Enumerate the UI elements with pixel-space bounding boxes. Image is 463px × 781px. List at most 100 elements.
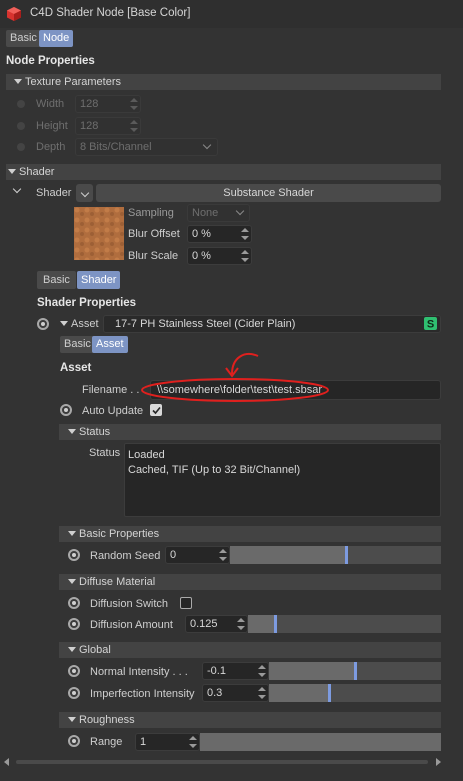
diffusion-amount-slider-fill (248, 615, 276, 633)
range-slider[interactable] (200, 733, 441, 751)
auto-update-label: Auto Update (82, 405, 144, 417)
range-animate-button[interactable] (68, 735, 80, 747)
svg-text:S: S (427, 319, 434, 331)
auto-update-checkbox[interactable] (150, 404, 162, 416)
diffusion-switch-label: Diffusion Switch (90, 598, 169, 610)
shader-properties-heading: Shader Properties (37, 297, 137, 309)
random-seed-field[interactable]: 0 (165, 546, 230, 564)
blur-scale-field[interactable]: 0 % (187, 247, 252, 265)
normal-intensity-spinner[interactable] (258, 664, 266, 678)
width-field: 128 (75, 95, 141, 113)
sampling-label: Sampling (128, 207, 174, 219)
diffuse-material-label: Diffuse Material (68, 574, 155, 590)
random-seed-animate-button[interactable] (68, 549, 80, 561)
blur-offset-spinner[interactable] (241, 227, 249, 241)
blur-scale-label: Blur Scale (128, 250, 179, 262)
asset-field[interactable]: 17-7 PH Stainless Steel (Cider Plain) (103, 315, 441, 333)
random-seed-slider-knob[interactable] (345, 546, 348, 564)
collapse-arrow-icon (60, 321, 68, 326)
random-seed-slider-fill (230, 546, 347, 564)
asset-label: Asset (60, 318, 99, 330)
depth-label: Depth (36, 141, 66, 153)
normal-intensity-slider-knob[interactable] (354, 662, 357, 680)
normal-intensity-label: Normal Intensity . . . (90, 666, 188, 678)
chevron-down-icon (235, 206, 245, 216)
shader-section[interactable] (6, 164, 441, 180)
random-seed-spinner[interactable] (219, 548, 227, 562)
depth-animate-dot (17, 143, 25, 151)
tab-basic[interactable]: Basic (6, 30, 41, 47)
status-section-label: Status (68, 424, 110, 440)
normal-intensity-slider-fill (269, 662, 355, 680)
width-spinner (130, 97, 138, 111)
basic-properties-label: Basic Properties (68, 526, 159, 542)
imperfection-intensity-slider[interactable] (269, 684, 441, 702)
status-box: Loaded Cached, TIF (Up to 32 Bit/Channel… (124, 443, 441, 517)
asset-animate-button[interactable] (37, 318, 49, 330)
asset-tab-basic[interactable]: Basic (60, 336, 95, 353)
normal-intensity-slider[interactable] (269, 662, 441, 680)
diffusion-amount-animate-button[interactable] (68, 618, 80, 630)
imperfection-intensity-slider-knob[interactable] (328, 684, 331, 702)
shader-menu-button[interactable] (76, 184, 93, 202)
diffusion-switch-checkbox[interactable] (180, 597, 192, 609)
diffusion-amount-slider[interactable] (248, 615, 441, 633)
collapse-arrow-icon (68, 579, 76, 584)
random-seed-label: Random Seed (90, 550, 161, 562)
status-section[interactable] (59, 424, 441, 440)
random-seed-slider[interactable] (230, 546, 441, 564)
imperfection-intensity-field[interactable]: 0.3 (202, 684, 269, 702)
imperfection-intensity-slider-fill (269, 684, 330, 702)
blur-scale-spinner[interactable] (241, 249, 249, 263)
range-spinner[interactable] (189, 735, 197, 749)
normal-intensity-field[interactable]: -0.1 (202, 662, 269, 680)
node-properties-heading: Node Properties (6, 55, 95, 67)
asset-tab-asset[interactable]: Asset (92, 336, 128, 353)
imperfection-intensity-label: Imperfection Intensity (90, 688, 195, 700)
width-label: Width (36, 98, 65, 110)
tab-node[interactable]: Node (39, 30, 74, 47)
shader-preview-thumbnail (74, 207, 124, 260)
range-field[interactable]: 1 (135, 733, 200, 751)
collapse-arrow-icon (68, 647, 76, 652)
shader-section-label: Shader (8, 164, 54, 180)
collapse-arrow-icon (8, 169, 16, 174)
substance-icon[interactable]: S (424, 317, 437, 330)
scroll-left-icon[interactable] (4, 758, 9, 766)
substance-shader-button[interactable]: Substance Shader (96, 184, 441, 202)
c4d-logo-icon (7, 7, 21, 21)
collapse-arrow-icon (68, 429, 76, 434)
status-line: Loaded (128, 449, 165, 461)
imperfection-intensity-animate-button[interactable] (68, 687, 80, 699)
diffusion-amount-field[interactable]: 0.125 (185, 615, 248, 633)
diffusion-amount-slider-knob[interactable] (274, 615, 277, 633)
shader-row-label: Shader (36, 187, 72, 199)
height-animate-dot (17, 122, 25, 130)
horizontal-scrollbar[interactable] (16, 760, 428, 764)
diffusion-amount-spinner[interactable] (237, 617, 245, 631)
height-spinner (130, 119, 138, 133)
diffusion-switch-animate-button[interactable] (68, 597, 80, 609)
auto-update-animate-button[interactable] (60, 404, 72, 416)
asset-heading: Asset (60, 362, 92, 374)
depth-dropdown: 8 Bits/Channel (75, 138, 218, 156)
width-animate-dot (17, 100, 25, 108)
height-label: Height (36, 120, 68, 132)
collapse-arrow-icon (14, 79, 22, 84)
status-label: Status (89, 447, 121, 459)
red-annotation-icon (141, 353, 329, 402)
shader-expand-icon[interactable] (12, 184, 22, 194)
normal-intensity-animate-button[interactable] (68, 665, 80, 677)
blur-offset-label: Blur Offset (128, 228, 180, 240)
imperfection-intensity-spinner[interactable] (258, 686, 266, 700)
chevron-down-icon (80, 188, 89, 198)
shader-tab-basic[interactable]: Basic (37, 271, 76, 289)
shader-tab-shader[interactable]: Shader (77, 271, 121, 289)
blur-offset-field[interactable]: 0 % (187, 225, 252, 243)
scroll-right-icon[interactable] (436, 758, 441, 766)
chevron-down-icon (202, 140, 212, 150)
window-title: C4D Shader Node [Base Color] (30, 7, 191, 19)
global-section[interactable] (59, 642, 441, 658)
status-line: Cached, TIF (Up to 32 Bit/Channel) (128, 464, 301, 476)
texture-parameters-label: Texture Parameters (14, 74, 121, 90)
